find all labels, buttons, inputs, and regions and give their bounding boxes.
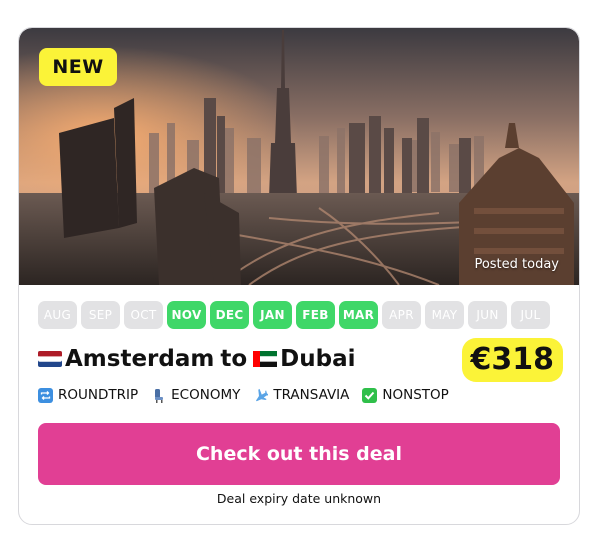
repeat-icon (38, 387, 53, 403)
month-apr: APR (382, 301, 421, 329)
tag-roundtrip-label: ROUNDTRIP (58, 387, 139, 403)
month-dec: DEC (210, 301, 249, 329)
posted-date-label: Posted today (474, 257, 559, 272)
destination-city: Dubai (280, 346, 356, 372)
deal-card: NEW Posted today AUG SEP OCT NOV DEC JAN… (18, 27, 580, 525)
tag-economy-label: ECONOMY (171, 387, 241, 403)
month-jun: JUN (468, 301, 507, 329)
month-jan: JAN (253, 301, 292, 329)
travel-months: AUG SEP OCT NOV DEC JAN FEB MAR APR MAY … (38, 301, 550, 329)
month-oct: OCT (124, 301, 163, 329)
tag-economy: ECONOMY (151, 387, 240, 403)
month-feb: FEB (296, 301, 335, 329)
check-out-deal-button[interactable]: Check out this deal (38, 423, 560, 485)
month-aug: AUG (38, 301, 77, 329)
tag-airline: TRANSAVIA (253, 387, 349, 403)
month-mar: MAR (339, 301, 378, 329)
check-mark-icon (362, 387, 378, 403)
uae-flag-icon (253, 351, 278, 367)
tag-nonstop: NONSTOP (362, 387, 449, 403)
month-jul: JUL (511, 301, 550, 329)
deal-expiry-text: Deal expiry date unknown (216, 491, 382, 506)
tag-nonstop-label: NONSTOP (382, 387, 449, 403)
route-connector: to (220, 346, 248, 372)
month-may: MAY (425, 301, 464, 329)
month-nov: NOV (167, 301, 206, 329)
origin-city: Amsterdam (65, 346, 215, 372)
hero-image[interactable]: NEW Posted today (19, 28, 579, 285)
tag-airline-label: TRANSAVIA (273, 387, 350, 403)
route-title: Amsterdam to Dubai (38, 342, 355, 376)
deal-price: €318 (461, 338, 563, 382)
airplane-icon (256, 388, 269, 401)
seat-icon (155, 388, 164, 403)
netherlands-flag-icon (38, 351, 62, 367)
new-badge: NEW (39, 48, 117, 86)
deal-tags: ROUNDTRIP ECONOMY TRANSAVIA NONSTOP (38, 387, 449, 403)
month-sep: SEP (81, 301, 120, 329)
tag-roundtrip: ROUNDTRIP (38, 387, 138, 403)
